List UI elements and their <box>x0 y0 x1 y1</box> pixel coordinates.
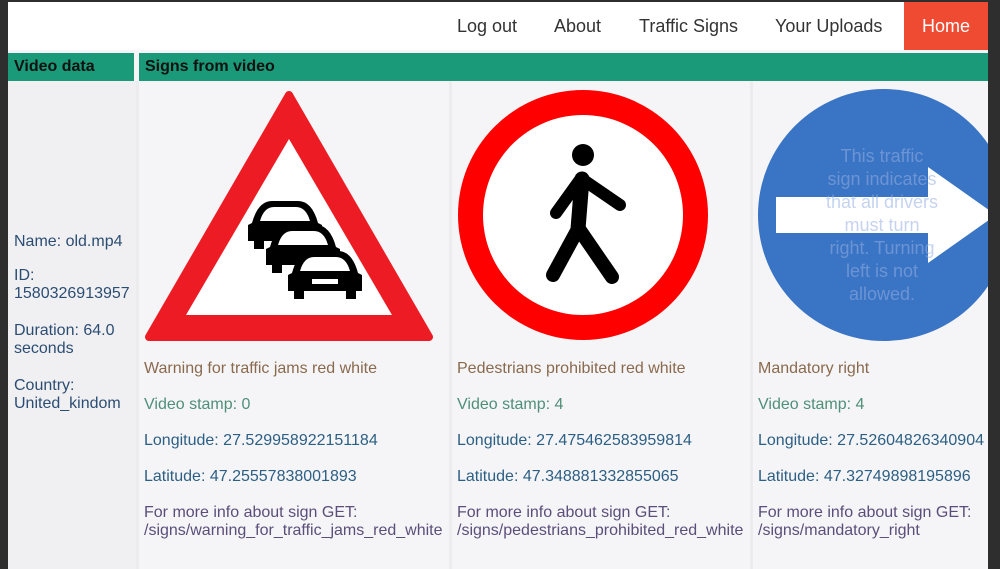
video-duration-unit: seconds <box>14 340 74 357</box>
warning-traffic-jam-sign-icon <box>145 91 433 341</box>
video-country-label: Country: <box>14 377 75 394</box>
column-separator <box>449 81 452 569</box>
video-id-value: 1580326913957 <box>14 285 130 302</box>
nav-home[interactable]: Home <box>904 2 988 50</box>
column-separator <box>750 81 753 569</box>
video-stamp: Video stamp: 0 <box>144 396 251 413</box>
tooltip-line: allowed. <box>848 284 916 304</box>
video-id-label: ID: <box>14 267 35 284</box>
sign-name: Mandatory right <box>758 360 870 377</box>
nav-traffic-signs[interactable]: Traffic Signs <box>639 2 738 50</box>
info-path: /signs/warning_for_traffic_jams_red_whit… <box>144 522 443 539</box>
video-data-header: Video data <box>8 53 134 81</box>
column-separator <box>136 81 139 569</box>
longitude: Longitude: 27.475462583959814 <box>457 432 692 449</box>
sign-name: Warning for traffic jams red white <box>144 360 377 377</box>
latitude: Latitude: 47.25557838001893 <box>144 468 357 485</box>
info-label: For more info about sign GET: <box>457 504 671 521</box>
video-country-value: United_kindom <box>14 395 121 412</box>
tooltip-line: sign indicates <box>827 169 937 189</box>
sign-card: This traffic sign indicates that all dri… <box>750 81 988 569</box>
video-stamp: Video stamp: 4 <box>457 396 564 413</box>
nav-logout[interactable]: Log out <box>457 2 517 50</box>
latitude: Latitude: 47.348881332855065 <box>457 468 679 485</box>
info-path: /signs/mandatory_right <box>758 522 920 539</box>
tooltip-line: left is not <box>845 261 919 281</box>
sign-description-tooltip: This traffic sign indicates that all dri… <box>812 145 952 306</box>
sign-card: Warning for traffic jams red white Video… <box>136 81 449 569</box>
info-path: /signs/pedestrians_prohibited_red_white <box>457 522 744 539</box>
sign-card: Pedestrians prohibited red white Video s… <box>449 81 750 569</box>
top-navbar: Log out About Traffic Signs Your Uploads… <box>8 2 988 50</box>
pedestrians-prohibited-sign-icon <box>458 90 708 340</box>
longitude: Longitude: 27.529958922151184 <box>144 432 378 449</box>
tooltip-line: must turn <box>844 215 920 235</box>
video-name: Name: old.mp4 <box>14 233 123 250</box>
nav-about[interactable]: About <box>554 2 601 50</box>
nav-your-uploads[interactable]: Your Uploads <box>775 2 882 50</box>
info-label: For more info about sign GET: <box>144 504 358 521</box>
video-stamp: Video stamp: 4 <box>758 396 865 413</box>
latitude: Latitude: 47.32749898195896 <box>758 468 971 485</box>
page: Log out About Traffic Signs Your Uploads… <box>8 2 988 569</box>
tooltip-line: right. Turning <box>829 238 935 258</box>
signs-from-video-header: Signs from video <box>139 53 988 81</box>
sign-name: Pedestrians prohibited red white <box>457 360 686 377</box>
info-label: For more info about sign GET: <box>758 504 972 521</box>
video-duration: Duration: 64.0 <box>14 322 115 339</box>
longitude: Longitude: 27.52604826340904 <box>758 432 984 449</box>
tooltip-line: that all drivers <box>825 192 939 212</box>
video-data-panel: Name: old.mp4 ID: 1580326913957 Duration… <box>8 81 136 569</box>
tooltip-line: This traffic <box>840 146 924 166</box>
